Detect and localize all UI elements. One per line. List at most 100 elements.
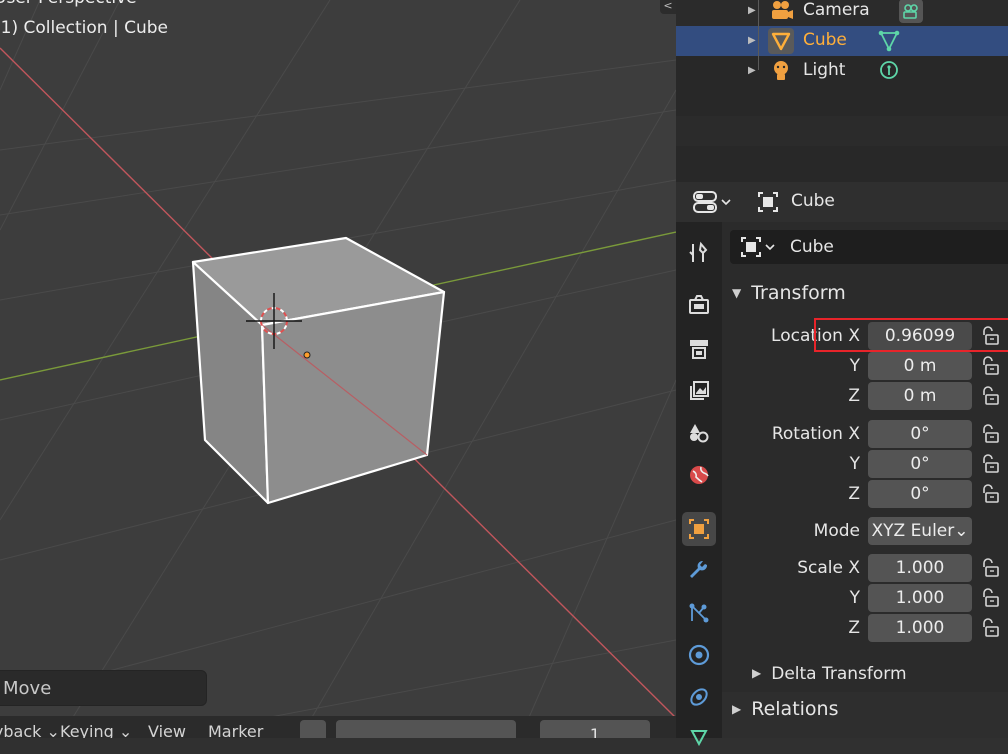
location-z-lock-icon[interactable] <box>980 385 1002 407</box>
relations-panel-header[interactable]: ▶ Relations <box>732 698 839 720</box>
playback-controls[interactable] <box>336 720 516 738</box>
object-datablock-selector[interactable]: Cube <box>730 230 1008 264</box>
operator-label: Move <box>3 678 52 699</box>
rotation-x-lock-icon[interactable] <box>980 423 1002 445</box>
properties-header: Cube <box>676 182 1008 222</box>
last-operator-panel[interactable]: Move <box>0 670 207 706</box>
tool-icon <box>689 241 708 262</box>
scale-x-label: Scale X <box>797 558 860 578</box>
object-dropdown-icon[interactable] <box>740 236 782 258</box>
rotation-mode-label: Mode <box>813 521 860 541</box>
menu-playback[interactable]: Playback ⌄ <box>0 722 60 738</box>
outliner-row-light[interactable]: ▶ Light <box>676 56 1008 86</box>
tab-tool[interactable] <box>682 236 716 270</box>
light-object-icon <box>774 61 788 80</box>
scale-x-lock-icon[interactable] <box>980 557 1002 579</box>
rotation-z-field[interactable]: 0° <box>868 480 972 508</box>
view-layer-icon <box>690 381 709 400</box>
object-icon <box>758 192 778 212</box>
output-icon <box>690 340 708 359</box>
3d-viewport[interactable]: User Perspective (1) Collection | Cube <… <box>0 0 676 738</box>
collection-label: (1) Collection | Cube <box>0 18 169 38</box>
outliner-row-camera[interactable]: ▶ Camera <box>676 0 1008 26</box>
location-y-field[interactable]: 0 m <box>868 352 972 380</box>
expand-arrow-icon[interactable]: ▶ <box>748 65 756 76</box>
outliner-item-name: Cube <box>803 30 847 50</box>
scale-y-label: Y <box>849 588 860 608</box>
tab-output[interactable] <box>682 332 716 366</box>
current-frame-field[interactable]: 1 <box>540 720 650 738</box>
rotation-z-label: Z <box>848 484 860 504</box>
delta-transform-panel-header[interactable]: ▶ Delta Transform <box>752 664 907 684</box>
collapse-arrow-icon: ▼ <box>732 286 742 300</box>
highlight-box <box>814 318 1008 352</box>
camera-data-icon[interactable] <box>898 0 924 24</box>
rotation-y-lock-icon[interactable] <box>980 453 1002 475</box>
editor-type-icon[interactable] <box>692 190 734 214</box>
tab-scene[interactable] <box>682 416 716 450</box>
location-z-label: Z <box>848 386 860 406</box>
tab-constraints[interactable] <box>682 680 716 714</box>
object-properties-icon <box>689 519 709 539</box>
outliner-row-cube[interactable]: ▶ Cube <box>676 26 1008 56</box>
tab-particles[interactable] <box>682 596 716 630</box>
physics-icon <box>688 644 710 666</box>
rotation-z-lock-icon[interactable] <box>980 483 1002 505</box>
outliner[interactable]: ▶ Camera ▶ Cube ▶ Light <box>676 0 1008 180</box>
location-z-field[interactable]: 0 m <box>868 382 972 410</box>
expand-arrow-icon[interactable]: ▶ <box>748 5 756 16</box>
tab-view-layer[interactable] <box>682 374 716 408</box>
camera-icon <box>772 1 793 19</box>
tab-data[interactable] <box>682 720 716 754</box>
scale-y-lock-icon[interactable] <box>980 587 1002 609</box>
expand-arrow-icon: ▶ <box>732 702 742 716</box>
scale-z-lock-icon[interactable] <box>980 617 1002 639</box>
expand-arrow-icon[interactable]: ▶ <box>748 35 756 46</box>
tab-object[interactable] <box>682 512 716 546</box>
scale-y-field[interactable]: 1.000 <box>868 584 972 612</box>
world-icon <box>690 466 709 484</box>
rotation-x-field[interactable]: 0° <box>868 420 972 448</box>
outliner-item-name: Light <box>803 60 846 80</box>
origin-dot <box>303 351 311 359</box>
viewport-scene <box>0 0 676 738</box>
header-object-name: Cube <box>791 191 835 211</box>
timeline-header: Playback ⌄ Keying ⌄ View Marker 1 <box>0 716 676 738</box>
particles-icon <box>689 603 709 623</box>
record-button[interactable] <box>300 720 326 738</box>
constraints-icon <box>690 688 708 706</box>
object-properties-panel: Cube ▼ Transform Location X 0.96099 Y 0 m… <box>722 222 1008 738</box>
rotation-mode-dropdown[interactable]: XYZ Euler⌄ <box>868 517 972 545</box>
outliner-item-name: Camera <box>803 0 870 20</box>
tab-physics[interactable] <box>682 638 716 672</box>
menu-marker[interactable]: Marker <box>208 722 263 738</box>
menu-view[interactable]: View <box>148 722 186 738</box>
object-name-field[interactable]: Cube <box>790 237 834 257</box>
right-editors: ▶ Camera ▶ Cube ▶ Light Cube Cube ▼ Tran… <box>676 0 1008 747</box>
mesh-data-tab-icon <box>690 730 708 747</box>
rotation-x-label: Rotation X <box>771 424 860 444</box>
location-y-lock-icon[interactable] <box>980 355 1002 377</box>
tab-world[interactable] <box>682 458 716 492</box>
sidebar-collapse-button[interactable]: < <box>660 0 676 14</box>
tab-modifiers[interactable] <box>682 554 716 588</box>
properties-tab-bar <box>676 222 722 747</box>
outliner-empty-row <box>676 116 1008 146</box>
expand-arrow-icon: ▶ <box>752 666 762 680</box>
wrench-icon <box>690 560 708 578</box>
light-data-icon[interactable] <box>876 58 902 84</box>
scale-x-field[interactable]: 1.000 <box>868 554 972 582</box>
scale-z-field[interactable]: 1.000 <box>868 614 972 642</box>
outliner-tree-line <box>758 0 759 70</box>
rotation-y-field[interactable]: 0° <box>868 450 972 478</box>
view-label: User Perspective <box>0 0 137 8</box>
render-icon <box>689 295 709 314</box>
tab-render[interactable] <box>682 288 716 322</box>
menu-keying[interactable]: Keying ⌄ <box>60 722 132 738</box>
scale-z-label: Z <box>848 618 860 638</box>
transform-panel-header[interactable]: ▼ Transform <box>732 282 846 304</box>
location-x-lock-icon[interactable] <box>980 325 1002 347</box>
rotation-y-label: Y <box>849 454 860 474</box>
mesh-object-icon <box>768 28 794 54</box>
mesh-data-icon[interactable] <box>876 28 902 54</box>
